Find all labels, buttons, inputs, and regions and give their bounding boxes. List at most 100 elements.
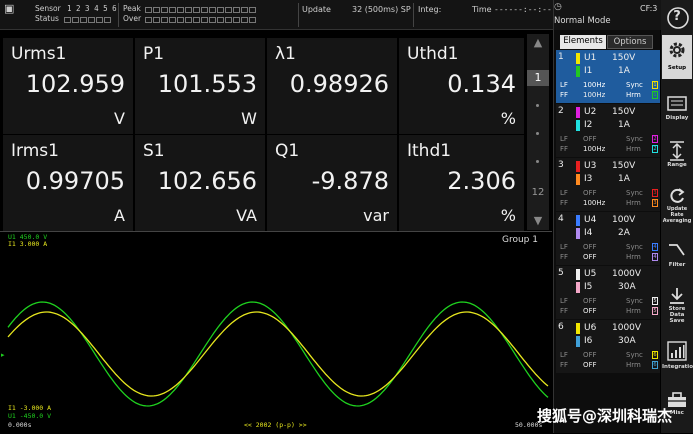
- gear-icon: [669, 42, 685, 58]
- i-color-swatch: [576, 336, 580, 347]
- u-range: 1000V: [612, 323, 642, 333]
- range-label: Range: [667, 162, 687, 168]
- u1-trace: [7, 301, 549, 407]
- item-value: 101.553: [157, 70, 257, 98]
- numeric-cell[interactable]: Urms1 102.959 V: [3, 38, 133, 134]
- elements-panel: ◷ Normal Mode CF:3 Elements Options 1 U1 1…: [553, 0, 661, 433]
- sync-source-box: 4: [652, 243, 658, 251]
- screen-icon: ▣: [4, 2, 15, 15]
- current-page: 1: [527, 70, 549, 86]
- element-4[interactable]: 4 U4 100V I4 2A LF OFF Sync FF OFF Hrm 4 4: [556, 212, 660, 265]
- i-color-swatch: [576, 282, 580, 293]
- i-top-label: I1 3.000 A: [8, 240, 48, 248]
- status-label: Status: [35, 14, 59, 23]
- u-channel: U3: [584, 161, 597, 171]
- chevron-down-icon[interactable]: ▼: [527, 214, 549, 227]
- item-unit: VA: [236, 206, 257, 225]
- item-value: 2.306: [447, 167, 516, 195]
- crest-factor: CF:3: [640, 4, 658, 13]
- numeric-cell[interactable]: λ1 0.98926: [267, 38, 397, 134]
- hrm-source-box: 4: [652, 253, 658, 261]
- hrm-source-box: 3: [652, 199, 658, 207]
- element-5[interactable]: 5 U5 1000V I5 30A LF OFF Sync FF OFF Hrm 5 5: [556, 266, 660, 319]
- item-value: 0.98926: [289, 70, 389, 98]
- element-2[interactable]: 2 U2 150V I2 1A LF OFF Sync FF 100Hz Hrm 2 2: [556, 104, 660, 157]
- lf-label: LF: [560, 135, 568, 143]
- tab-elements[interactable]: Elements: [560, 35, 606, 49]
- panel-header: ◷ Normal Mode CF:3: [554, 0, 661, 30]
- i-bottom-label: I1 -3.000 A: [8, 404, 52, 412]
- time-value: ------:--:--: [494, 5, 552, 14]
- ff-label: FF: [560, 361, 569, 369]
- item-unit: V: [114, 109, 125, 128]
- element-6[interactable]: 6 U6 1000V I6 30A LF OFF Sync FF OFF Hrm 6 6: [556, 320, 660, 373]
- sync-source-box: 5: [652, 297, 658, 305]
- filter-button[interactable]: Filter: [662, 236, 692, 280]
- page-scroller[interactable]: ▲ 1 12 ▼: [527, 34, 549, 230]
- numeric-cell[interactable]: Q1 -9.878 var: [267, 135, 397, 231]
- setup-button[interactable]: Setup: [662, 35, 692, 79]
- i-range: 2A: [618, 228, 630, 238]
- mode-label: Normal Mode: [554, 16, 611, 26]
- sync-source-box: 1: [652, 81, 658, 89]
- i-color-swatch: [576, 228, 580, 239]
- refresh-icon: [670, 188, 685, 203]
- lf-label: LF: [560, 297, 568, 305]
- item-value: 102.656: [157, 167, 257, 195]
- item-name: P1: [143, 44, 165, 64]
- hrm-source-box: 2: [652, 145, 658, 153]
- i-color-swatch: [576, 174, 580, 185]
- clock-icon: ◷: [554, 2, 562, 12]
- u-range: 100V: [612, 215, 636, 225]
- u-range: 150V: [612, 161, 636, 171]
- chevron-up-icon[interactable]: ▲: [527, 36, 549, 49]
- element-number: 4: [558, 214, 564, 224]
- sync-source-box: 2: [652, 135, 658, 143]
- numeric-cell[interactable]: Uthd1 0.134 %: [399, 38, 524, 134]
- item-value: -9.878: [311, 167, 389, 195]
- lf-value: OFF: [583, 189, 597, 197]
- numeric-cell[interactable]: P1 101.553 W: [135, 38, 265, 134]
- lf-label: LF: [560, 243, 568, 251]
- setup-label: Setup: [667, 65, 687, 71]
- numeric-cell[interactable]: Ithd1 2.306 %: [399, 135, 524, 231]
- ff-label: FF: [560, 145, 569, 153]
- ff-value: 100Hz: [583, 199, 606, 207]
- hrm-label: Hrm: [626, 199, 641, 207]
- u-channel: U6: [584, 323, 597, 333]
- ff-label: FF: [560, 199, 569, 207]
- ff-value: 100Hz: [583, 145, 606, 153]
- range-button[interactable]: Range: [662, 135, 692, 179]
- element-3[interactable]: 3 U3 150V I3 1A LF OFF Sync FF 100Hz Hrm 3 3: [556, 158, 660, 211]
- item-name: S1: [143, 141, 165, 161]
- u-color-swatch: [576, 269, 580, 280]
- element-number: 6: [558, 322, 564, 332]
- u-color-swatch: [576, 323, 580, 334]
- update-rate-button[interactable]: Update Rate Averaging: [662, 181, 692, 231]
- numeric-cell[interactable]: S1 102.656 VA: [135, 135, 265, 231]
- u-color-swatch: [576, 161, 580, 172]
- lf-value: OFF: [583, 135, 597, 143]
- tab-options[interactable]: Options: [607, 35, 653, 49]
- lf-value: OFF: [583, 351, 597, 359]
- element-number: 5: [558, 268, 564, 278]
- store-button[interactable]: Store Data Save: [662, 282, 692, 328]
- u-channel: U1: [584, 53, 597, 63]
- item-name: Q1: [275, 141, 300, 161]
- display-label: Display: [665, 115, 689, 121]
- i-range: 1A: [618, 120, 630, 130]
- display-button[interactable]: Display: [662, 90, 692, 134]
- integration-button[interactable]: Integration: [662, 336, 693, 380]
- update-value: 32 (500ms) SP: [352, 5, 411, 14]
- sync-label: Sync: [626, 243, 643, 251]
- help-glyph: ?: [673, 9, 681, 24]
- element-1[interactable]: 1 U1 150V I1 1A LF 100Hz Sync FF 100Hz Hrm 1 1: [556, 50, 660, 103]
- hrm-label: Hrm: [626, 253, 641, 261]
- item-name: λ1: [275, 44, 296, 64]
- over-indicators: [145, 15, 257, 24]
- numeric-cell[interactable]: Irms1 0.99705 A: [3, 135, 133, 231]
- help-button[interactable]: ?: [662, 2, 692, 34]
- u-channel: U4: [584, 215, 597, 225]
- sync-label: Sync: [626, 189, 643, 197]
- i1-trace: [7, 311, 549, 397]
